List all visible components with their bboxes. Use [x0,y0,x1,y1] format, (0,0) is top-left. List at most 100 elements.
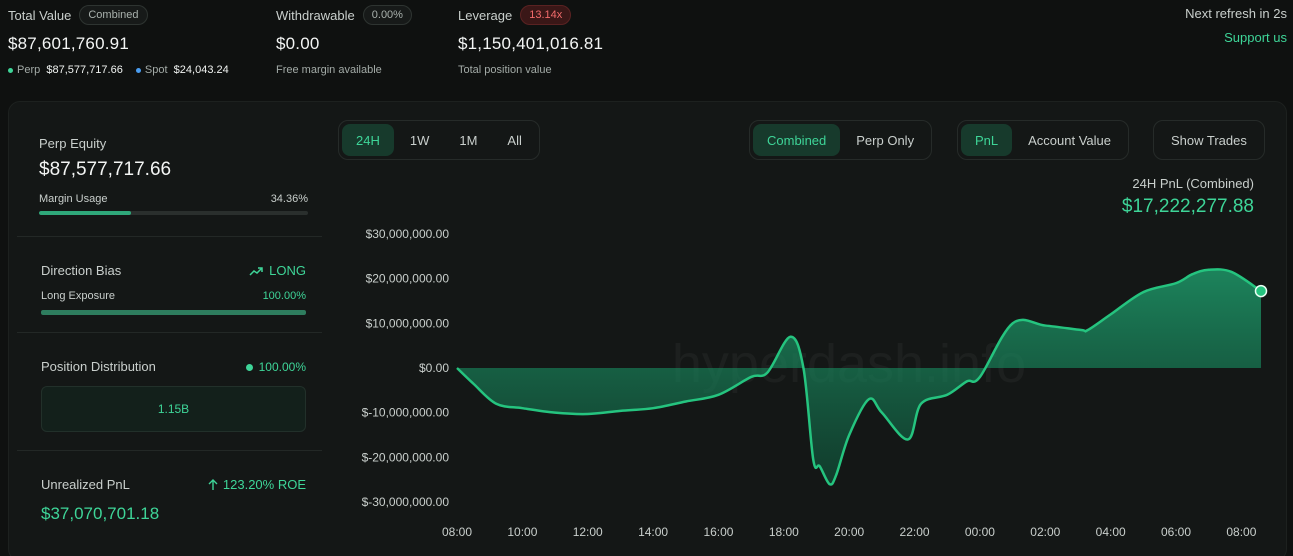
pnl-data-point [818,464,822,468]
pnl-data-point [618,409,622,413]
perp-dot-icon [8,67,13,73]
pnl-data-point [716,393,720,397]
show-trades-button[interactable]: Show Trades [1157,124,1261,156]
metric-pnl-button[interactable]: PnL [961,124,1013,156]
distribution-percent: 100.00% [258,359,306,374]
margin-usage-fill [39,211,132,215]
total-value-pill[interactable]: Combined [79,5,148,25]
perp-spot-breakdown: Perp $87,577,717.66 Spot $24,043.24 [8,64,239,76]
leverage-pill: 13.14x [520,5,572,25]
withdrawable-sub: Free margin available [276,64,382,76]
margin-usage-value: 34.36% [270,193,308,205]
arrow-up-icon [208,478,218,490]
perp-equity-section: Perp Equity $87,577,717.66 Margin Usage … [17,102,322,237]
pnl-data-point [945,393,949,397]
pnl-data-point [765,370,769,374]
range-1w-button[interactable]: 1W [396,124,444,156]
position-distribution-section: Position Distribution 100.00% 1.15B [17,333,322,451]
long-exposure-bar [41,310,306,315]
x-tick-label: 06:00 [1161,525,1191,539]
metric-account-value-button[interactable]: Account Value [1014,124,1125,156]
margin-usage-label: Margin Usage [39,193,108,205]
pnl-data-point [834,473,838,477]
direction-bias-label: Direction Bias [41,263,122,278]
withdrawable-label: Withdrawable [276,7,355,23]
pnl-data-point [965,379,969,383]
pnl-data-point [788,335,792,339]
pnl-current-point [1254,284,1268,298]
unrealized-pnl-value: $37,070,701.18 [41,504,160,523]
pnl-data-point [1174,281,1178,285]
perp-value: $87,577,717.66 [46,64,123,76]
pnl-data-point [471,382,475,386]
pnl-data-point [586,412,590,416]
x-tick-label: 02:00 [1030,525,1060,539]
trending-up-icon [249,266,263,276]
withdrawable-pill: 0.00% [362,5,412,25]
pnl-data-point [1141,290,1145,294]
pnl-data-point [847,433,851,437]
y-tick-label: $-30,000,000.00 [362,495,450,509]
pnl-data-point [828,482,832,486]
pnl-data-point [1086,328,1090,332]
pnl-data-point [1109,312,1113,316]
pnl-data-point [1011,321,1015,325]
leverage-stat: Leverage 13.14x $1,150,401,016.81 Total … [458,5,604,76]
pnl-data-point [455,366,459,370]
pnl-data-point [801,366,805,370]
direction-bias-section: Direction Bias LONG Long Exposure 100.00… [17,237,322,333]
range-selector: 24H 1W 1M All [338,120,540,160]
leverage-sub: Total position value [458,64,552,76]
perp-equity-value: $87,577,717.66 [39,159,172,180]
pnl-chart[interactable]: hyperdash.info$30,000,000.00$20,000,000.… [329,220,1289,550]
y-tick-label: $20,000,000.00 [366,272,450,286]
withdrawable-amount: $0.00 [276,34,320,53]
margin-usage-bar [39,211,308,215]
mode-combined-button[interactable]: Combined [753,124,841,156]
pnl-data-point [1190,272,1194,276]
refresh-timer: Next refresh in 2s [1185,6,1287,21]
metric-selector: PnL Account Value [957,120,1130,160]
x-tick-label: 18:00 [769,525,799,539]
support-link[interactable]: Support us [1224,30,1287,45]
y-tick-label: $10,000,000.00 [366,316,450,330]
y-tick-label: $0.00 [419,361,449,375]
x-tick-label: 00:00 [965,525,995,539]
distribution-block[interactable]: 1.15B [41,386,306,432]
pnl-data-point [880,411,884,415]
pnl-data-point [919,402,923,406]
total-value-stat: Total Value Combined $87,601,760.91 Perp… [8,5,239,76]
pnl-data-point [494,402,498,406]
show-trades-group: Show Trades [1153,120,1265,160]
mode-perp-only-button[interactable]: Perp Only [842,124,928,156]
x-tick-label: 14:00 [638,525,668,539]
pnl-data-point [651,406,655,410]
chart-pnl-value: $17,222,277.88 [1121,196,1254,217]
x-tick-label: 04:00 [1096,525,1126,539]
main-panel: Perp Equity $87,577,717.66 Margin Usage … [8,101,1287,556]
unrealized-pnl-label: Unrealized PnL [41,477,130,492]
y-tick-label: $30,000,000.00 [366,227,450,241]
x-tick-label: 20:00 [834,525,864,539]
pnl-data-point [749,375,753,379]
range-1m-button[interactable]: 1M [445,124,491,156]
long-exposure-fill [41,310,306,315]
leverage-amount: $1,150,401,016.81 [458,34,604,53]
spot-label: Spot [144,64,168,76]
withdrawable-stat: Withdrawable 0.00% $0.00 Free margin ava… [276,5,412,76]
pnl-area-fill [457,269,1261,485]
long-exposure-value: 100.00% [262,290,306,302]
pnl-data-point [1207,268,1211,272]
total-value-amount: $87,601,760.91 [8,34,129,53]
x-tick-label: 16:00 [703,525,733,539]
range-all-button[interactable]: All [493,124,535,156]
pnl-data-point [811,458,815,462]
total-value-label: Total Value [8,7,72,23]
range-24h-button[interactable]: 24H [342,124,394,156]
pnl-data-point [684,400,688,404]
direction-bias-value: LONG [249,263,306,278]
x-tick-label: 22:00 [900,525,930,539]
position-distribution-label: Position Distribution [41,359,156,374]
distribution-dot-icon [245,363,253,371]
chart-title: 24H PnL (Combined) [1132,176,1254,191]
